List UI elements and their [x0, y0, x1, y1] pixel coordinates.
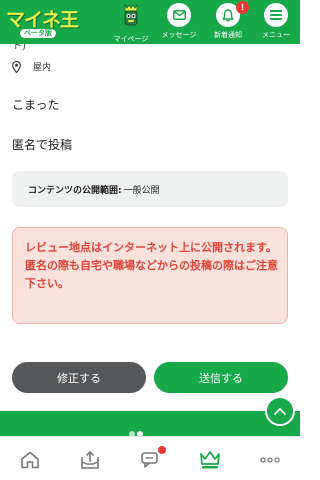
nav-menu-label: メニュー [262, 31, 290, 39]
location-value: 屋内 [33, 63, 52, 73]
scope-value: 一般公開 [123, 185, 160, 196]
chat-icon [141, 452, 158, 468]
bottom-tab-bar [0, 436, 300, 480]
nav-message-label: メッセージ [161, 31, 197, 39]
anonymous-post-text: 匿名で投稿 [12, 138, 73, 152]
home-icon [21, 451, 39, 469]
nav-menu[interactable]: メニュー [253, 3, 299, 43]
nav-mypage[interactable]: マイページ [108, 3, 154, 43]
logo[interactable]: マイネ王 ベータ版 [6, 5, 90, 39]
scope-label: コンテンツの公開範囲: [28, 185, 122, 196]
mascot-icon [124, 3, 138, 26]
warning-text-2: 匿名の際も自宅や職場などからの投稿の際はご注意下さい。 [25, 259, 278, 290]
nav-notify-label: 新着通知 [214, 31, 242, 39]
nav-message[interactable]: メッセージ [156, 3, 202, 43]
nav-notifications[interactable]: ! 新着通知 [205, 1, 251, 43]
nav-mypage-label: マイページ [113, 35, 149, 43]
warning-text-1: レビュー地点はインターネット上に公開されます。 [25, 241, 277, 254]
send-button[interactable]: 送信する [154, 362, 288, 393]
tab-post[interactable] [78, 449, 102, 471]
more-icon [260, 457, 280, 463]
logo-title: マイネ王 [6, 9, 79, 31]
app-header: マイネ王 ベータ版 マイページ メッセージ ! 新着通知 メニュー [0, 0, 300, 44]
warning-box: レビュー地点はインターネット上に公開されます。 匿名の際も自宅や職場などからの投… [12, 227, 288, 324]
crown-icon [200, 451, 220, 469]
logo-beta-badge: ベータ版 [20, 29, 56, 38]
scroll-to-top-button[interactable] [265, 396, 295, 426]
review-text: こまった [12, 98, 60, 112]
tab-more[interactable] [258, 449, 282, 471]
partial-text: ト) [12, 44, 26, 52]
visibility-scope-box: コンテンツの公開範囲: 一般公開 [12, 171, 288, 207]
post-icon [81, 451, 99, 469]
chat-notification-dot [158, 446, 166, 454]
mail-icon [167, 3, 191, 27]
tab-home[interactable] [18, 449, 42, 471]
map-pin-icon [12, 60, 21, 73]
chevron-up-icon [274, 408, 286, 415]
location-row: 屋内 [12, 60, 51, 73]
hamburger-icon [264, 3, 288, 27]
footer-strip [0, 411, 300, 436]
notification-badge: ! [236, 1, 249, 14]
edit-button[interactable]: 修正する [12, 362, 146, 393]
tab-ranking[interactable] [198, 449, 222, 471]
